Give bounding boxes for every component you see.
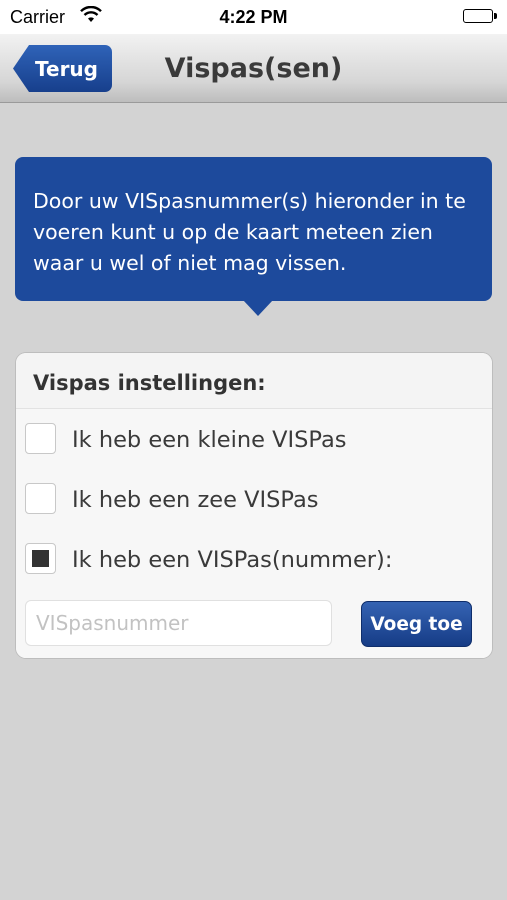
- vispas-settings-panel: Vispas instellingen: Ik heb een kleine V…: [16, 353, 492, 658]
- navigation-bar: Terug Vispas(sen): [0, 34, 507, 103]
- checkbox-zee-vispas[interactable]: [25, 483, 56, 514]
- checkbox-vispas-nummer[interactable]: [25, 543, 56, 574]
- add-button-label: Voeg toe: [370, 613, 463, 635]
- option-label-vispas-nummer: Ik heb een VISPas(nummer):: [72, 547, 393, 573]
- checkbox-kleine-vispas[interactable]: [25, 423, 56, 454]
- back-button-label: Terug: [35, 56, 98, 81]
- vispasnummer-input[interactable]: [25, 600, 332, 646]
- settings-header: Vispas instellingen:: [16, 353, 492, 409]
- battery-icon: [463, 9, 497, 25]
- bubble-pointer: [243, 300, 273, 316]
- vispas-input-row: Voeg toe: [16, 589, 492, 658]
- status-bar: Carrier 4:22 PM: [0, 0, 507, 34]
- option-label-zee-vispas: Ik heb een zee VISPas: [72, 487, 319, 513]
- add-button[interactable]: Voeg toe: [361, 601, 472, 647]
- checked-mark: [32, 550, 49, 567]
- status-time: 4:22 PM: [219, 7, 288, 27]
- back-button[interactable]: Terug: [13, 45, 112, 92]
- option-row-kleine-vispas[interactable]: Ik heb een kleine VISPas: [16, 409, 492, 470]
- option-row-zee-vispas[interactable]: Ik heb een zee VISPas: [16, 469, 492, 530]
- option-row-vispas-nummer[interactable]: Ik heb een VISPas(nummer):: [16, 529, 492, 590]
- info-text: Door uw VISpasnummer(s) hieronder in te …: [33, 189, 466, 275]
- info-bubble: Door uw VISpasnummer(s) hieronder in te …: [15, 157, 492, 316]
- option-label-kleine-vispas: Ik heb een kleine VISPas: [72, 427, 347, 453]
